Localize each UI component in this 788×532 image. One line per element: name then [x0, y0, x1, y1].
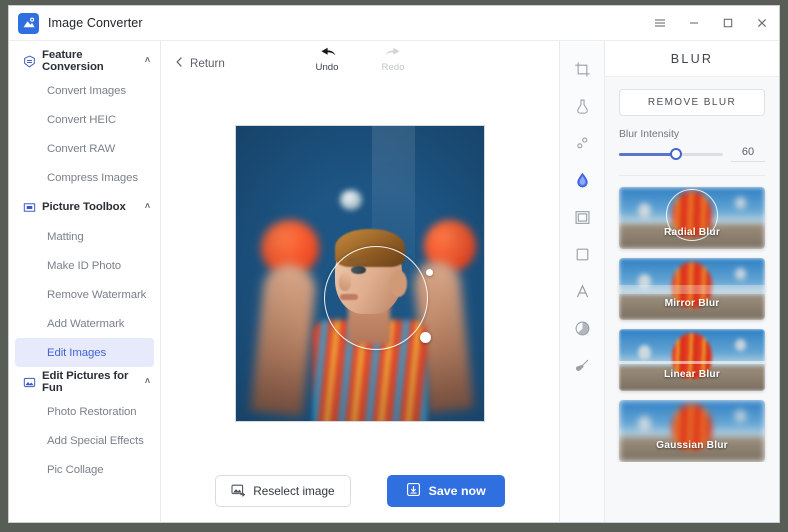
- convert-badge-icon: [22, 54, 36, 68]
- download-box-icon: [406, 482, 421, 500]
- sidebar-group-label: Feature Conversion: [42, 49, 104, 73]
- sidebar-item-edit-images[interactable]: Edit Images: [15, 338, 154, 367]
- preset-label: Radial Blur: [664, 227, 720, 238]
- blur-intensity-row: 60: [619, 146, 765, 162]
- radial-blur-selection[interactable]: [324, 245, 433, 350]
- editor-pane: Return Undo Redo Reselect image Save now: [161, 41, 559, 522]
- remove-blur-button[interactable]: REMOVE BLUR: [619, 89, 765, 116]
- panel-body: REMOVE BLUR Blur Intensity 60: [605, 77, 779, 162]
- blur-preset-list: Radial Blur Mirror Blur Linear Blur Gaus…: [605, 176, 779, 462]
- chevron-up-icon: ˄: [144, 55, 150, 65]
- text-a-icon[interactable]: [565, 273, 599, 310]
- brush-icon[interactable]: [565, 347, 599, 384]
- sidebar-group-edit-pictures-for-fun[interactable]: Edit Pictures for Fun ˄: [9, 367, 160, 397]
- blur-preset-radial[interactable]: Radial Blur: [619, 187, 765, 249]
- title-bar: Image Converter: [9, 6, 779, 41]
- redo-button[interactable]: Redo: [373, 45, 413, 73]
- frame-icon[interactable]: [565, 199, 599, 236]
- sidebar-item-convert-raw[interactable]: Convert RAW: [15, 134, 154, 163]
- panel-title: BLUR: [605, 41, 779, 77]
- bottom-right-handle[interactable]: [420, 331, 431, 343]
- sidebar-group-label: Edit Pictures for Fun: [42, 370, 129, 394]
- blur-intensity-value[interactable]: 60: [731, 146, 765, 162]
- app-title: Image Converter: [48, 16, 143, 30]
- preset-label: Gaussian Blur: [656, 440, 728, 451]
- linear-band-overlay: [619, 361, 765, 365]
- sidebar-item-compress-images[interactable]: Compress Images: [15, 163, 154, 192]
- sidebar-item-remove-watermark[interactable]: Remove Watermark: [15, 280, 154, 309]
- preset-balloon-small-left: [637, 203, 651, 219]
- blur-preset-linear[interactable]: Linear Blur: [619, 329, 765, 391]
- mirror-band-overlay: [619, 285, 765, 294]
- hamburger-icon[interactable]: [643, 6, 677, 40]
- flask-icon[interactable]: [565, 88, 599, 125]
- sidebar-item-make-id-photo[interactable]: Make ID Photo: [15, 251, 154, 280]
- undo-button[interactable]: Undo: [307, 45, 347, 73]
- fun-picture-icon: [22, 375, 36, 389]
- image-swap-icon: [231, 483, 246, 500]
- save-label: Save now: [428, 484, 486, 498]
- chevron-left-icon: [175, 56, 184, 71]
- slider-fill: [619, 152, 677, 156]
- preset-balloon-small-left: [637, 345, 651, 361]
- blur-intensity-slider[interactable]: [619, 148, 723, 160]
- sidebar-item-matting[interactable]: Matting: [15, 222, 154, 251]
- chevron-up-icon: ˄: [144, 376, 150, 386]
- close-icon[interactable]: [745, 6, 779, 40]
- blur-preset-gaussian[interactable]: Gaussian Blur: [619, 400, 765, 462]
- action-bar: Reselect image Save now: [161, 460, 559, 522]
- return-button[interactable]: Return: [175, 56, 225, 71]
- preset-balloon-small-right: [735, 196, 747, 209]
- image-canvas[interactable]: [235, 124, 485, 422]
- window-controls: [643, 6, 779, 40]
- chevron-up-icon: ˄: [144, 201, 150, 211]
- sidebar-group-feature-conversion[interactable]: Feature Conversion ˄: [9, 46, 160, 76]
- reselect-label: Reselect image: [253, 484, 335, 498]
- blur-intensity-label: Blur Intensity: [619, 129, 680, 140]
- preset-balloon-small-right: [735, 409, 747, 422]
- photo-mountain-icon: [18, 12, 39, 34]
- window-body: Feature Conversion ˄ Convert Images Conv…: [9, 41, 779, 522]
- undo-arrow-icon: [318, 45, 337, 61]
- toolbox-frame-icon: [22, 200, 36, 214]
- maximize-icon[interactable]: [711, 6, 745, 40]
- sidebar-item-convert-images[interactable]: Convert Images: [15, 76, 154, 105]
- tool-strip: [559, 41, 604, 522]
- editor-toolbar: Return Undo Redo: [161, 41, 559, 86]
- application-window: Image Converter Feature Conversion ˄ Con…: [8, 5, 780, 523]
- preset-label: Mirror Blur: [664, 298, 720, 309]
- sidebar-group-picture-toolbox[interactable]: Picture Toolbox ˄: [9, 192, 160, 222]
- sticker-icon[interactable]: [565, 310, 599, 347]
- sidebar-item-pic-collage[interactable]: Pic Collage: [15, 455, 154, 484]
- minimize-icon[interactable]: [677, 6, 711, 40]
- sidebar-item-add-special-effects[interactable]: Add Special Effects: [15, 426, 154, 455]
- history-controls: Undo Redo: [307, 45, 413, 73]
- top-handle[interactable]: [426, 268, 433, 276]
- crop-icon[interactable]: [565, 51, 599, 88]
- preset-balloon-small-right: [735, 338, 747, 351]
- undo-label: Undo: [315, 62, 339, 73]
- canvas-area: [161, 86, 559, 460]
- sidebar-item-photo-restoration[interactable]: Photo Restoration: [15, 397, 154, 426]
- square-icon[interactable]: [565, 236, 599, 273]
- preset-balloon-small-right: [735, 267, 747, 280]
- reselect-image-button[interactable]: Reselect image: [215, 475, 351, 507]
- blur-panel: BLUR REMOVE BLUR Blur Intensity 60 Radia…: [604, 41, 779, 522]
- return-label: Return: [190, 57, 225, 70]
- sidebar-item-convert-heic[interactable]: Convert HEIC: [15, 105, 154, 134]
- slider-thumb[interactable]: [670, 148, 683, 160]
- preset-label: Linear Blur: [664, 369, 720, 380]
- blur-preset-mirror[interactable]: Mirror Blur: [619, 258, 765, 320]
- water-drop-icon[interactable]: [565, 162, 599, 199]
- preset-balloon-small-left: [637, 416, 651, 432]
- sidebar-group-label: Picture Toolbox: [42, 201, 126, 213]
- redo-label: Redo: [381, 62, 405, 73]
- sidebar-navigation: Feature Conversion ˄ Convert Images Conv…: [9, 41, 161, 522]
- save-now-button[interactable]: Save now: [386, 475, 505, 507]
- dots-adjust-icon[interactable]: [565, 125, 599, 162]
- redo-arrow-icon: [384, 45, 403, 61]
- sidebar-item-add-watermark[interactable]: Add Watermark: [15, 309, 154, 338]
